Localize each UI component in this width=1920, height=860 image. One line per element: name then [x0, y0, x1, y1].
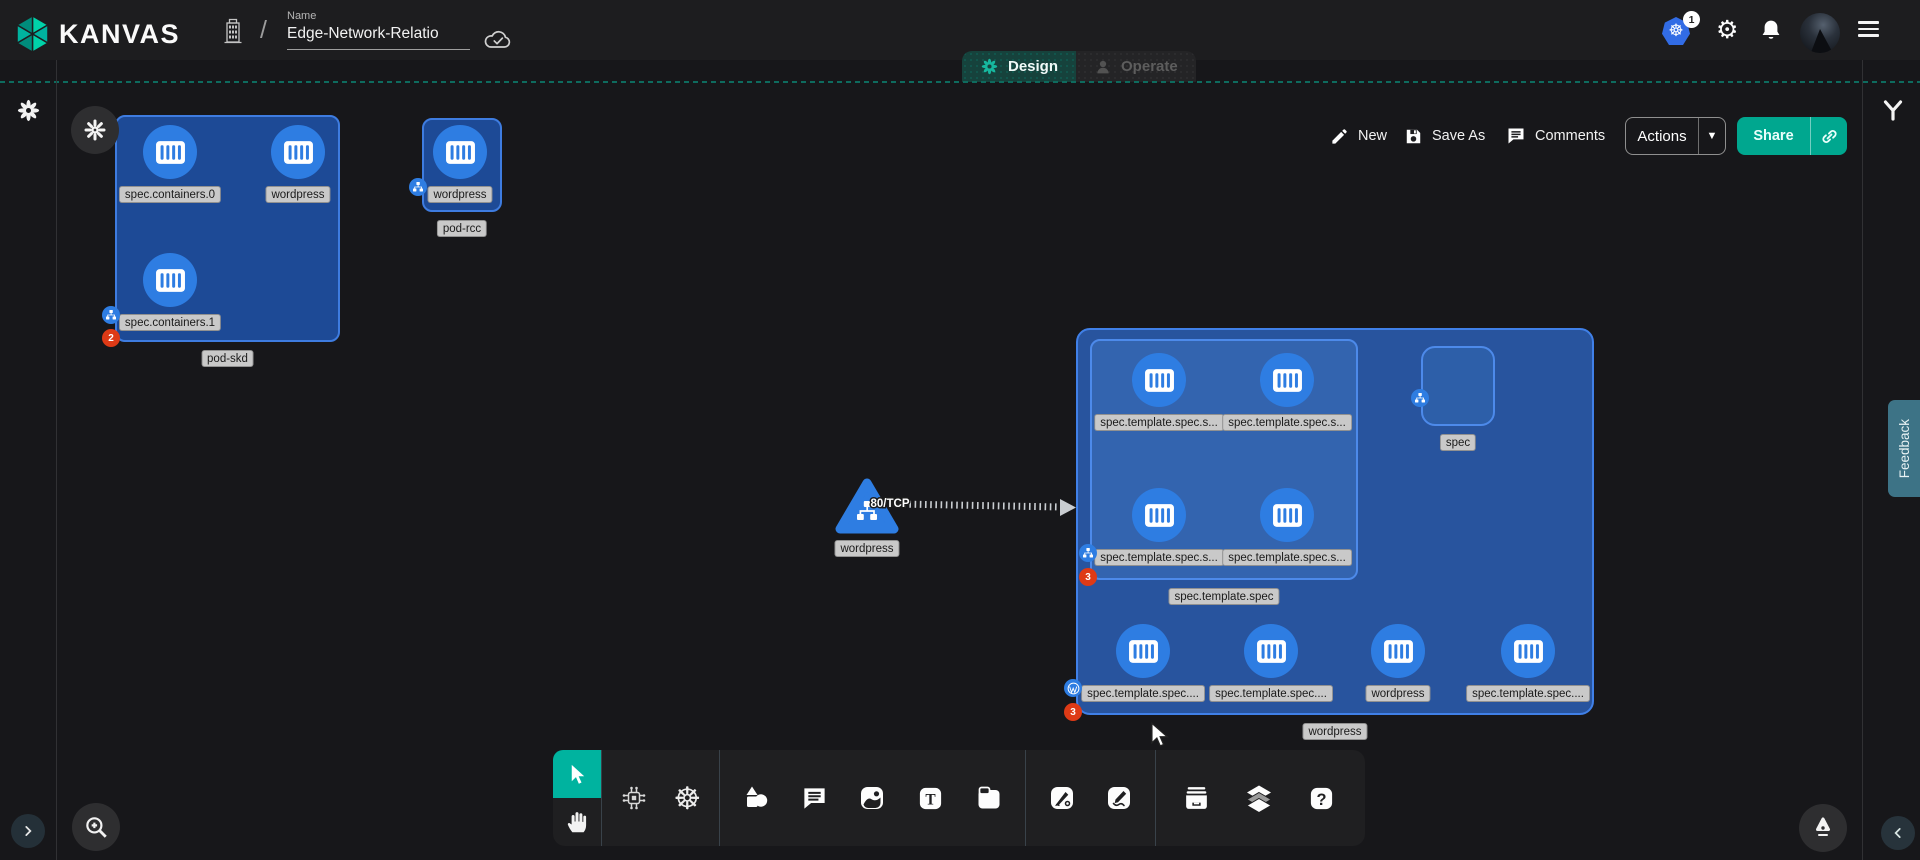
container-icon: [1383, 639, 1414, 664]
count-badge[interactable]: 3: [1064, 703, 1082, 721]
pod-badge-icon: [1411, 389, 1429, 407]
group-label-pod-rcc: pod-rcc: [437, 220, 487, 237]
node-label-spec: spec: [1440, 434, 1476, 451]
wordpress-badge-icon: [1064, 679, 1082, 697]
pan-hand-tool-icon: [564, 809, 590, 835]
comment-annotation-icon: [801, 785, 828, 812]
ink-pen-button[interactable]: [1799, 804, 1847, 852]
pod-badge-icon: [409, 178, 427, 196]
select-tool-icon: [566, 763, 589, 786]
group-label-pod-skd: pod-skd: [201, 350, 254, 367]
tool-kubernetes[interactable]: ☸: [665, 776, 709, 820]
tool-pencil-draw[interactable]: [1097, 776, 1141, 820]
pod-badge-icon: [102, 306, 120, 324]
node-spec[interactable]: [1421, 346, 1495, 426]
container-node[interactable]: [143, 125, 197, 179]
container-icon: [1144, 503, 1175, 528]
text-annotation-icon: T: [917, 785, 944, 812]
container-node[interactable]: [1244, 624, 1298, 678]
magnifier-plus-icon: [83, 814, 109, 840]
bottom-toolbar: ☸ T: [553, 750, 1365, 846]
container-node[interactable]: [1132, 488, 1186, 542]
layers-icon: [1244, 783, 1274, 813]
tool-pen-tool[interactable]: [1040, 776, 1084, 820]
container-node[interactable]: [1260, 488, 1314, 542]
container-label: spec.template.spec.s...: [1222, 414, 1352, 431]
container-node[interactable]: [271, 125, 325, 179]
container-label: wordpress: [1365, 685, 1430, 702]
pod-badge-icon: [1079, 544, 1097, 562]
container-node[interactable]: [1371, 624, 1425, 678]
component-chip-icon: [620, 784, 648, 812]
pencil-draw-icon: [1105, 784, 1133, 812]
image-annotation-icon: [858, 784, 886, 812]
group-spec-template-spec[interactable]: [1090, 339, 1358, 580]
container-label: spec.containers.1: [119, 314, 221, 331]
tool-shapes[interactable]: [734, 776, 778, 820]
container-icon: [1256, 639, 1287, 664]
tool-select-tool[interactable]: [553, 750, 601, 798]
container-icon: [283, 140, 314, 165]
pen-tool-icon: [1048, 784, 1076, 812]
container-label: spec.containers.0: [119, 186, 221, 203]
shapes-icon: [741, 783, 771, 813]
container-label: wordpress: [265, 186, 330, 203]
tool-component-chip[interactable]: [612, 776, 656, 820]
group-label-spec-template-spec: spec.template.spec: [1168, 588, 1279, 605]
container-label: spec.template.spec....: [1209, 685, 1333, 702]
help-icon: ?: [1308, 785, 1335, 812]
zoom-in-button[interactable]: [72, 803, 120, 851]
tool-image-annotation[interactable]: [850, 776, 894, 820]
container-icon: [155, 140, 186, 165]
count-badge[interactable]: 2: [102, 329, 120, 347]
container-node[interactable]: [1501, 624, 1555, 678]
note-annotation-icon: [975, 784, 1003, 812]
container-icon: [155, 268, 186, 293]
container-icon: [1272, 503, 1303, 528]
kanvas-app: KANVAS / Name Edge-Network-Relatio: [0, 0, 1920, 860]
container-icon: [1513, 639, 1544, 664]
container-icon: [445, 140, 476, 165]
tool-text-annotation[interactable]: T: [909, 776, 953, 820]
tool-comment-annotation[interactable]: [792, 776, 836, 820]
container-label: spec.template.spec....: [1466, 685, 1590, 702]
container-node[interactable]: [433, 125, 487, 179]
container-label: spec.template.spec.s...: [1222, 549, 1352, 566]
container-icon: [1128, 639, 1159, 664]
container-node[interactable]: [1116, 624, 1170, 678]
tool-drawer[interactable]: [1175, 776, 1219, 820]
drawer-icon: [1182, 784, 1211, 813]
container-icon: [1272, 368, 1303, 393]
container-label: spec.template.spec.s...: [1094, 549, 1224, 566]
container-label: spec.template.spec....: [1081, 685, 1205, 702]
tool-layers[interactable]: [1237, 776, 1281, 820]
tool-help[interactable]: ?: [1300, 776, 1344, 820]
count-badge[interactable]: 3: [1079, 568, 1097, 586]
tool-note-annotation[interactable]: [967, 776, 1011, 820]
service-label: wordpress: [834, 540, 899, 557]
mouse-cursor: [1150, 722, 1172, 748]
pen-nib-icon: [1811, 816, 1835, 840]
container-node[interactable]: [1260, 353, 1314, 407]
design-canvas[interactable]: pod-skd 2pod-rcc wordpress 3spec.templat…: [0, 0, 1920, 860]
group-label-wordpress-deployment: wordpress: [1302, 723, 1367, 740]
flower-asterisk-icon: [83, 118, 107, 142]
tool-pan-hand-tool[interactable]: [553, 798, 601, 846]
container-node[interactable]: [1132, 353, 1186, 407]
kubernetes-icon: ☸: [673, 783, 701, 814]
service-node[interactable]: [835, 477, 899, 542]
container-node[interactable]: [143, 253, 197, 307]
container-icon: [1144, 368, 1175, 393]
canvas-settings-flower-button[interactable]: [71, 106, 119, 154]
svg-text:T: T: [925, 791, 936, 808]
container-label: spec.template.spec.s...: [1094, 414, 1224, 431]
svg-text:?: ?: [1316, 790, 1326, 808]
container-label: wordpress: [427, 186, 492, 203]
